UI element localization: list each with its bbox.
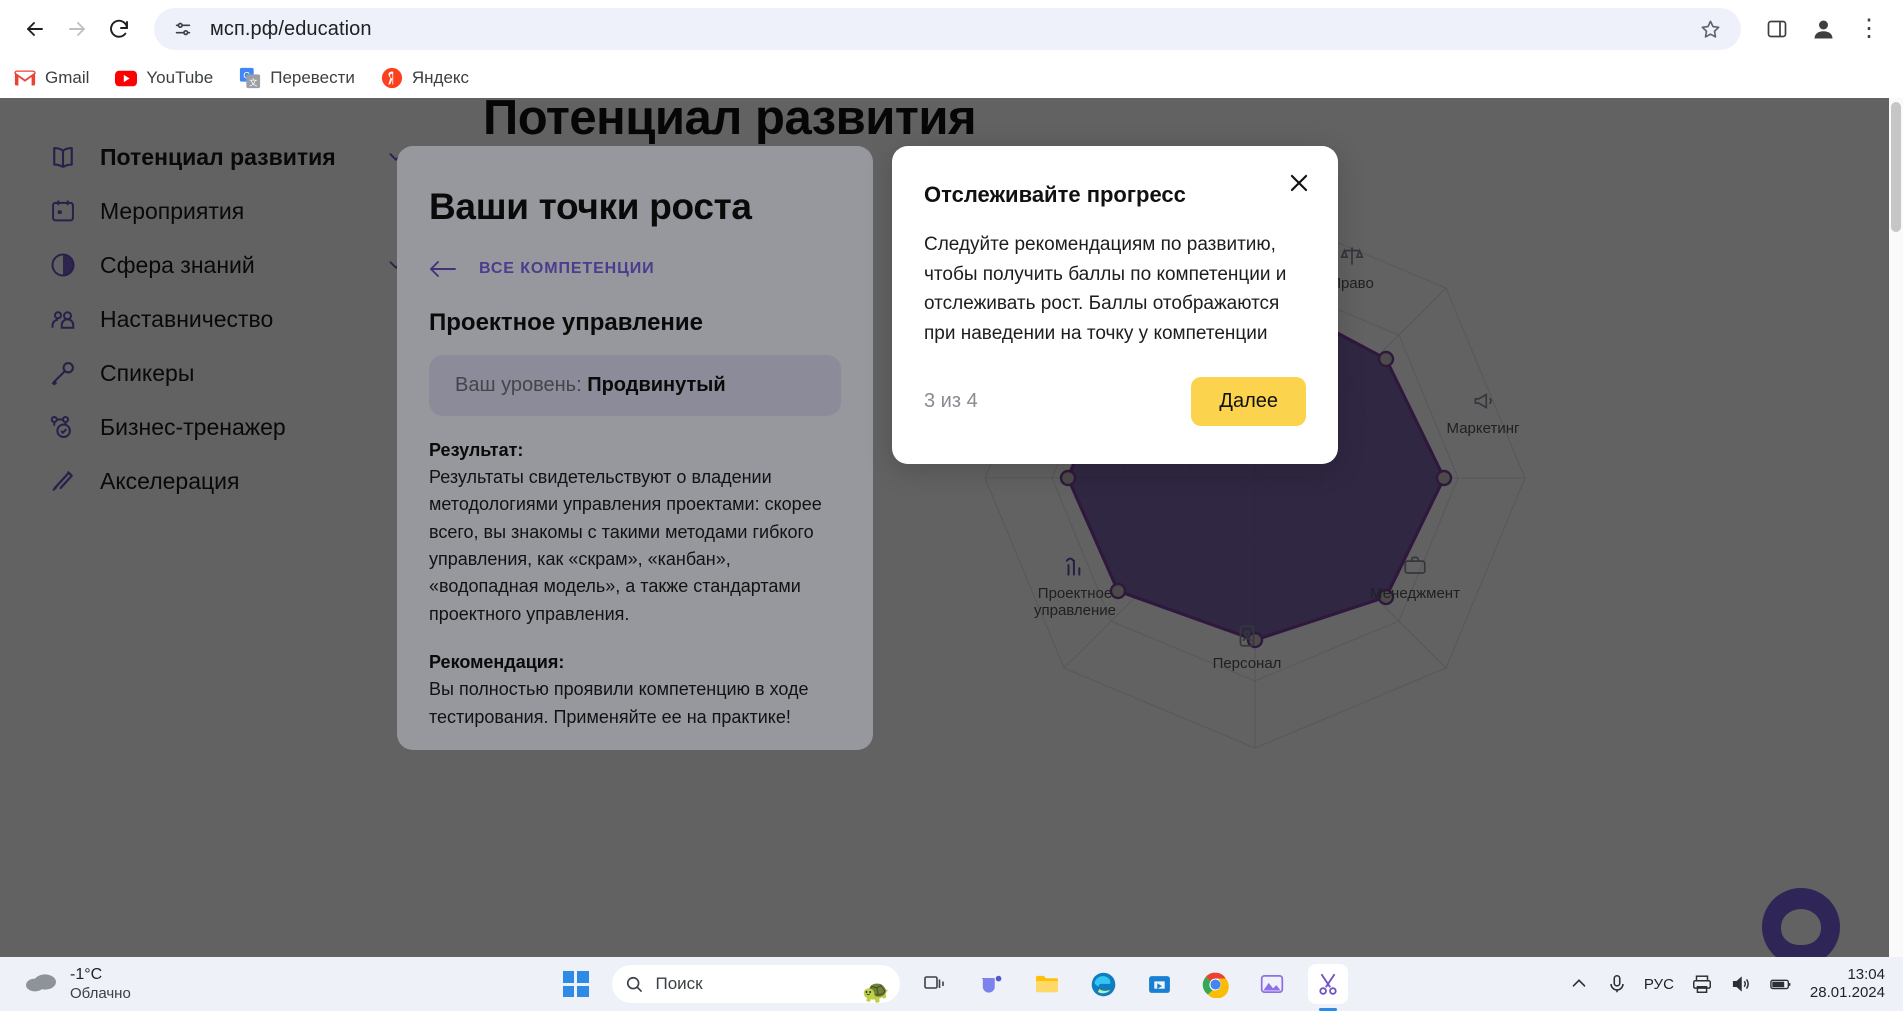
tip-footer: 3 из 4 Далее — [924, 377, 1306, 426]
weather-temperature: -1°C — [70, 966, 131, 984]
battery-tray-icon[interactable] — [1768, 973, 1794, 995]
scrollbar-thumb[interactable] — [1891, 102, 1901, 232]
browser-toolbar: мсп.рф/education ⋮ — [0, 0, 1903, 58]
screen: мсп.рф/education ⋮ Gmail Y — [0, 0, 1903, 1011]
bookmark-label: YouTube — [146, 68, 213, 88]
google-translate-icon: G文 — [239, 67, 261, 89]
teams-icon[interactable] — [972, 964, 1012, 1004]
windows-logo-icon — [563, 971, 589, 997]
photos-icon[interactable] — [1252, 964, 1292, 1004]
reload-button[interactable] — [98, 8, 140, 50]
start-button[interactable] — [556, 964, 596, 1004]
tip-step-counter: 3 из 4 — [924, 390, 978, 413]
chrome-icon[interactable] — [1196, 964, 1236, 1004]
bookmark-yandex[interactable]: Яндекс — [381, 67, 469, 89]
system-tray: РУС 13:04 28.01.2024 — [1568, 966, 1885, 1002]
taskbar-clock[interactable]: 13:04 28.01.2024 — [1810, 966, 1885, 1002]
file-explorer-icon[interactable] — [1028, 964, 1068, 1004]
tray-expand-icon[interactable] — [1568, 973, 1590, 995]
search-input[interactable]: Поиск 🐢 — [612, 965, 900, 1003]
onboarding-tip-modal: Отслеживайте прогресс Следуйте рекоменда… — [892, 146, 1338, 464]
bookmark-star-icon[interactable] — [1695, 14, 1725, 44]
task-view-icon[interactable] — [916, 964, 956, 1004]
side-panel-icon[interactable] — [1757, 9, 1797, 49]
microphone-tray-icon[interactable] — [1606, 973, 1628, 995]
tip-title: Отслеживайте прогресс — [924, 182, 1306, 208]
weather-text: -1°C Облачно — [70, 966, 131, 1002]
bookmarks-bar: Gmail YouTube G文 Перевести Яндекс — [0, 58, 1903, 98]
taskbar-center: Поиск 🐢 — [556, 964, 1348, 1004]
turtle-icon: 🐢 — [862, 979, 889, 1003]
cloud-icon — [24, 968, 58, 999]
svg-text:文: 文 — [249, 77, 257, 87]
bookmark-label: Яндекс — [412, 68, 469, 88]
bookmark-youtube[interactable]: YouTube — [115, 67, 213, 89]
address-bar[interactable]: мсп.рф/education — [154, 8, 1741, 50]
profile-avatar[interactable] — [1803, 9, 1843, 49]
clock-date: 28.01.2024 — [1810, 984, 1885, 1002]
page-scrollbar[interactable] — [1889, 98, 1903, 957]
back-button[interactable] — [14, 8, 56, 50]
close-icon[interactable] — [1282, 166, 1316, 200]
page-viewport: Потенциал развития Потенциал развития — [0, 98, 1903, 957]
yandex-icon — [381, 67, 403, 89]
windows-taskbar: -1°C Облачно Поиск 🐢 — [0, 957, 1903, 1011]
volume-tray-icon[interactable] — [1730, 973, 1752, 995]
chrome-menu-icon[interactable]: ⋮ — [1849, 9, 1889, 49]
youtube-icon — [115, 67, 137, 89]
site-settings-icon[interactable] — [170, 16, 196, 42]
clock-time: 13:04 — [1810, 966, 1885, 984]
snipping-tool-icon[interactable] — [1308, 964, 1348, 1004]
tip-body: Следуйте рекомендациям по развитию, чтоб… — [924, 230, 1306, 349]
printer-tray-icon[interactable] — [1690, 973, 1714, 995]
bookmark-label: Gmail — [45, 68, 89, 88]
gmail-icon — [14, 67, 36, 89]
search-placeholder: Поиск — [656, 974, 703, 994]
url-text: мсп.рф/education — [210, 18, 372, 41]
bookmark-translate[interactable]: G文 Перевести — [239, 67, 355, 89]
bookmark-label: Перевести — [270, 68, 355, 88]
microsoft-store-icon[interactable] — [1140, 964, 1180, 1004]
forward-button[interactable] — [56, 8, 98, 50]
taskbar-weather-widget[interactable]: -1°C Облачно — [0, 966, 300, 1002]
weather-description: Облачно — [70, 985, 131, 1002]
browser-actions: ⋮ — [1757, 9, 1889, 49]
bookmark-gmail[interactable]: Gmail — [14, 67, 89, 89]
next-button[interactable]: Далее — [1191, 377, 1306, 426]
language-indicator[interactable]: РУС — [1644, 976, 1674, 993]
edge-icon[interactable] — [1084, 964, 1124, 1004]
search-icon — [624, 974, 644, 994]
